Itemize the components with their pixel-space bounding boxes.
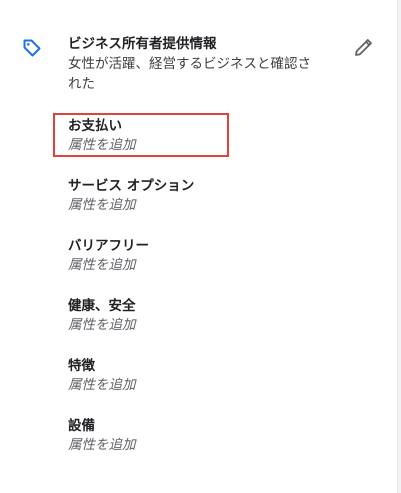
- attribute-title: 特徴: [68, 358, 95, 374]
- add-attribute-link[interactable]: 属性を追加: [68, 436, 338, 455]
- attributes-panel: ビジネス所有者提供情報 女性が活躍、経営するビジネスと確認さ れた お支払い 属…: [0, 0, 401, 493]
- owner-provided-info: ビジネス所有者提供情報 女性が活躍、経営するビジネスと確認さ れた: [68, 34, 348, 94]
- attribute-title: 健康、安全: [68, 298, 136, 314]
- add-attribute-link[interactable]: 属性を追加: [68, 256, 338, 275]
- highlight-box: [53, 113, 229, 157]
- add-attribute-link[interactable]: 属性を追加: [68, 376, 338, 395]
- attribute-service-options[interactable]: サービス オプション 属性を追加: [68, 177, 338, 215]
- attribute-health-safety[interactable]: 健康、安全 属性を追加: [68, 297, 338, 335]
- panel-divider: [397, 0, 401, 493]
- attribute-title: バリアフリー: [68, 238, 149, 254]
- section-description: 女性が活躍、経営するビジネスと確認さ れた: [68, 54, 348, 94]
- add-attribute-link[interactable]: 属性を追加: [68, 196, 338, 215]
- attribute-accessibility[interactable]: バリアフリー 属性を追加: [68, 237, 338, 275]
- attribute-title: 設備: [68, 418, 95, 434]
- add-attribute-link[interactable]: 属性を追加: [68, 316, 338, 335]
- pencil-icon[interactable]: [352, 35, 376, 59]
- section-title: ビジネス所有者提供情報: [68, 36, 217, 52]
- tag-icon: [20, 36, 44, 60]
- description-line: 女性が活躍、経営するビジネスと確認さ れた: [68, 56, 311, 92]
- attribute-amenities[interactable]: 設備 属性を追加: [68, 417, 338, 455]
- attribute-title: サービス オプション: [68, 178, 195, 194]
- attribute-highlights[interactable]: 特徴 属性を追加: [68, 357, 338, 395]
